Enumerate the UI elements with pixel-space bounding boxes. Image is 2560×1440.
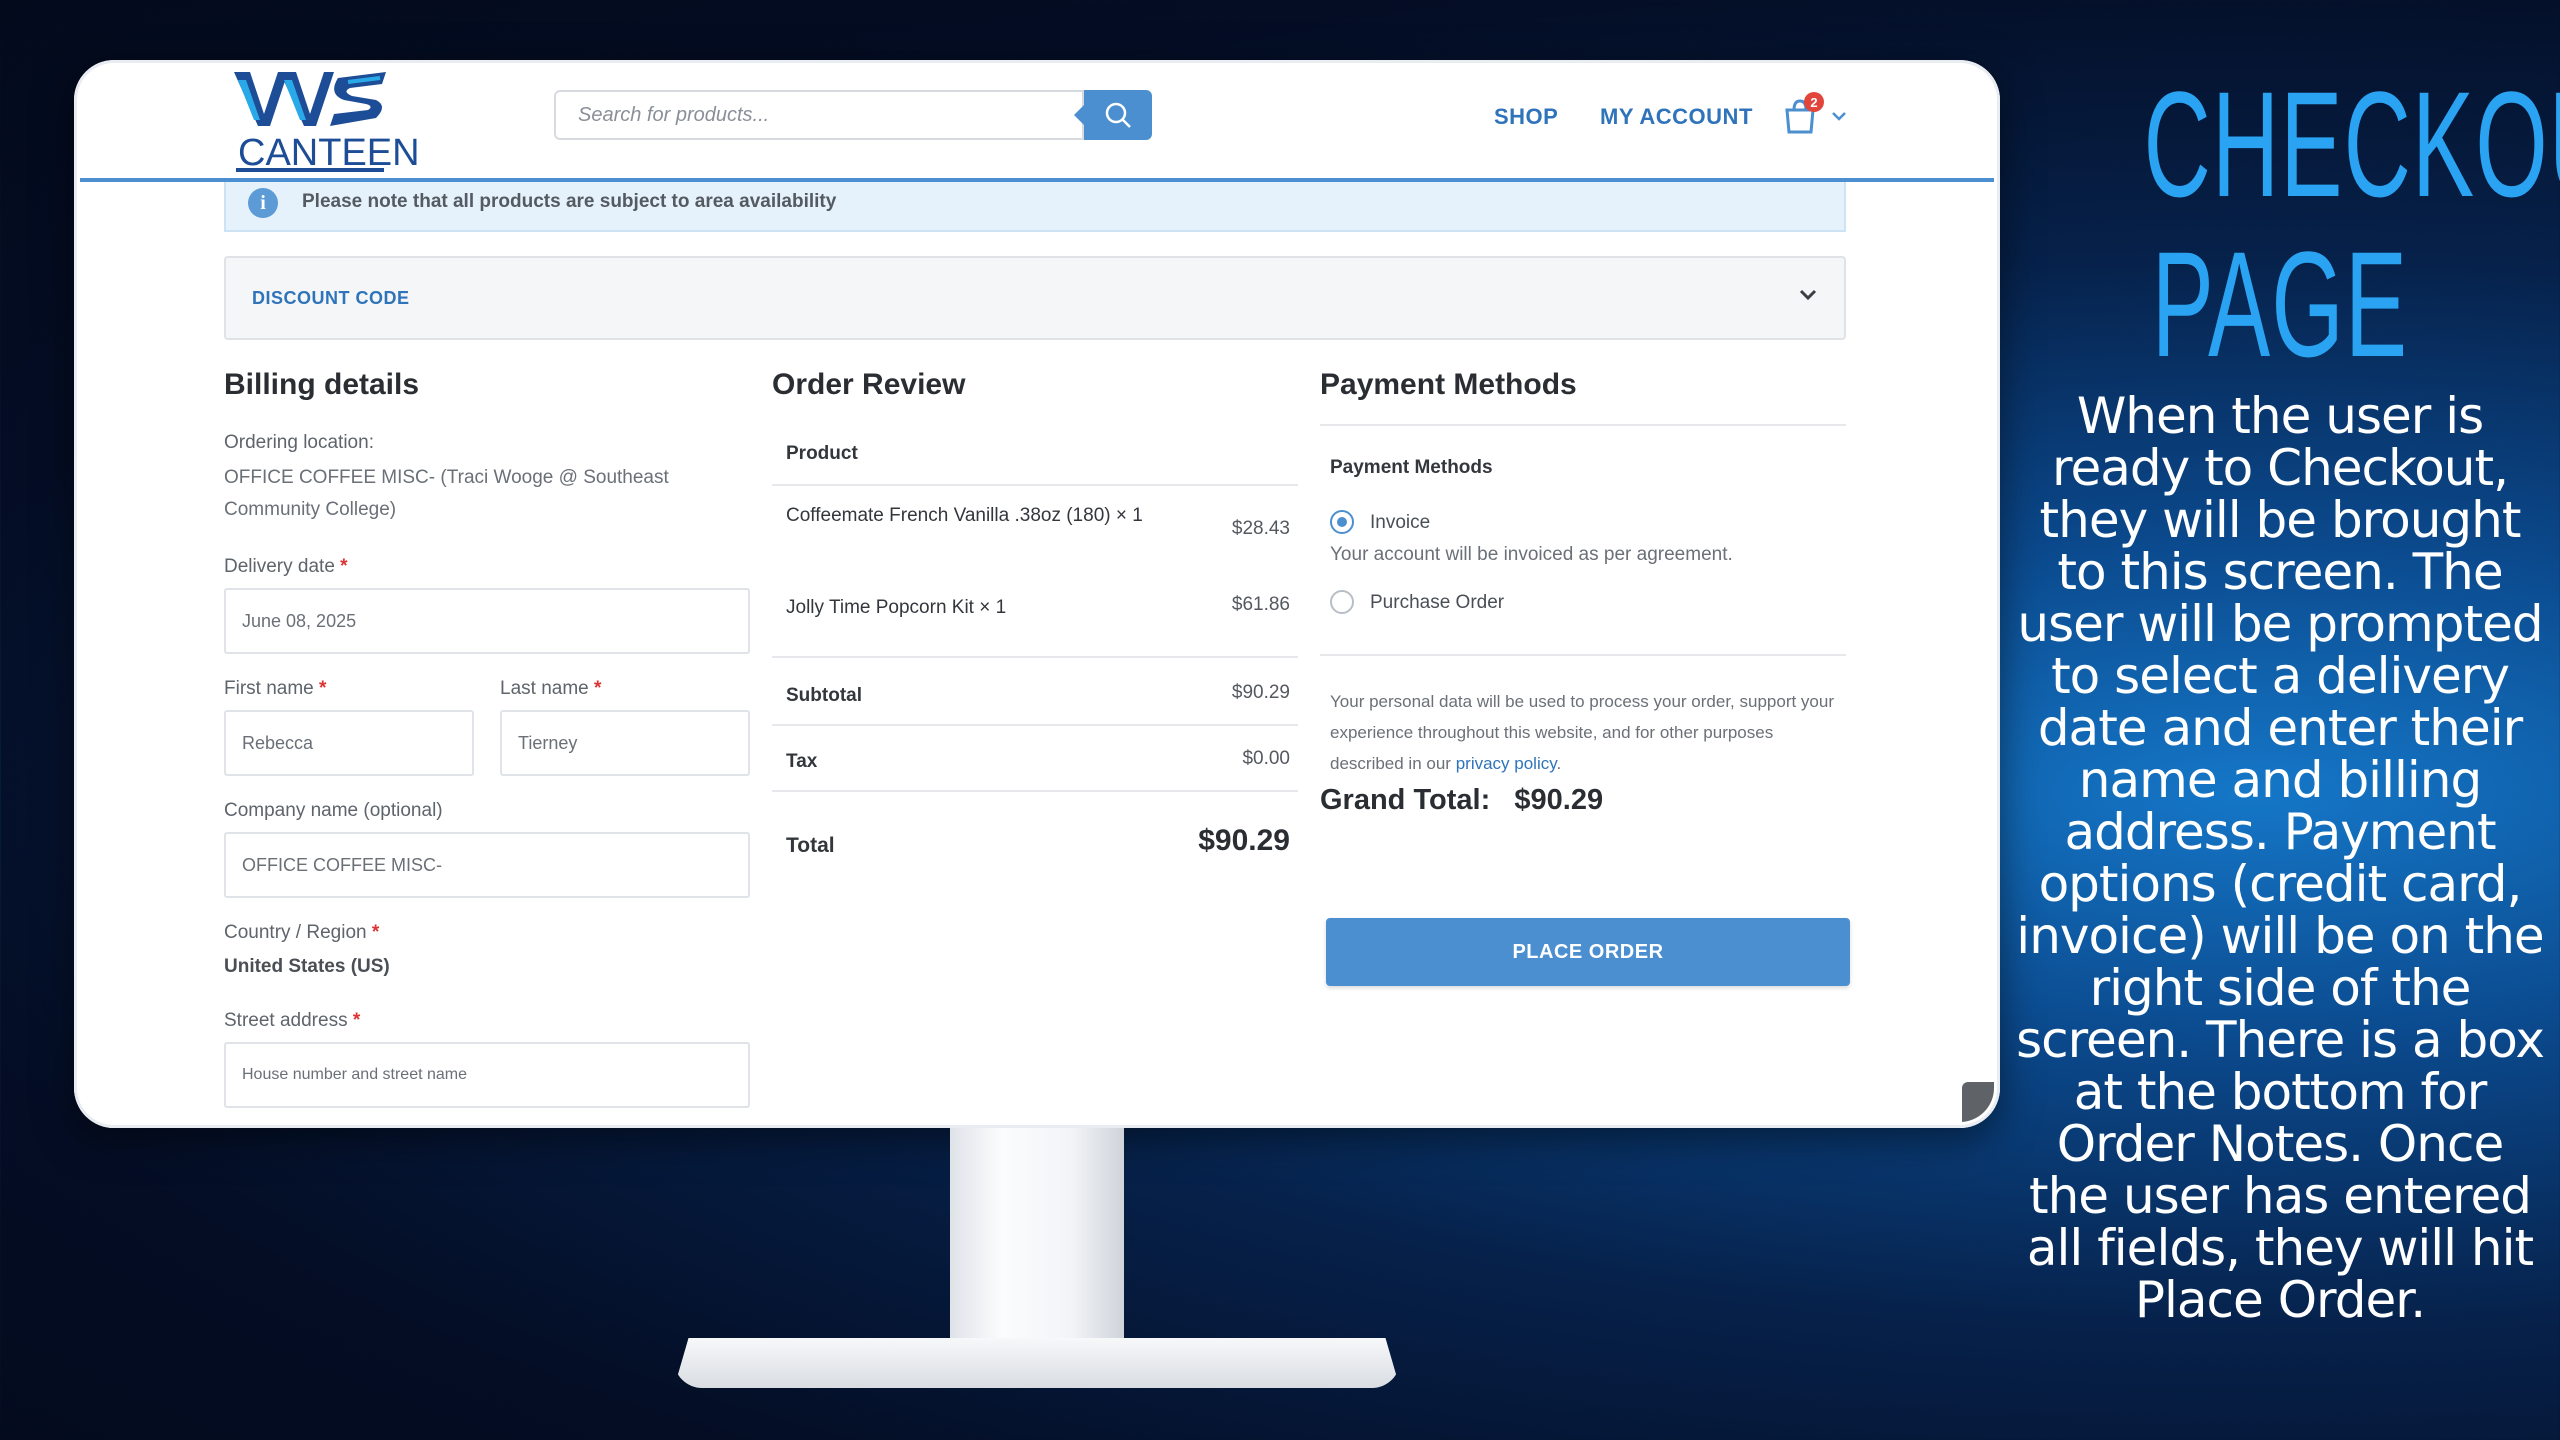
nav-my-account[interactable]: MY ACCOUNT — [1600, 104, 1753, 130]
street-address-input[interactable] — [226, 1044, 748, 1106]
company-name-label: Company name (optional) — [224, 800, 443, 821]
billing-title: Billing details — [224, 368, 420, 401]
tax-value: $0.00 — [1242, 748, 1290, 769]
grand-total: Grand Total: $90.29 — [1320, 784, 1604, 816]
search-input[interactable] — [556, 92, 1082, 138]
country-label: Country / Region * — [224, 922, 380, 943]
delivery-date-input[interactable] — [226, 590, 748, 652]
purchase-order-radio[interactable] — [1330, 590, 1354, 614]
delivery-date-field[interactable] — [224, 588, 750, 654]
scroll-to-top-button[interactable] — [1962, 1082, 1994, 1122]
divider — [772, 724, 1298, 726]
subtotal-label: Subtotal — [786, 685, 862, 706]
privacy-notice: Your personal data will be used to proce… — [1330, 692, 1834, 773]
divider — [772, 656, 1298, 658]
divider — [1320, 424, 1846, 426]
first-name-field[interactable] — [224, 710, 474, 776]
search-box — [554, 90, 1084, 140]
discount-code-toggle[interactable]: DISCOUNT CODE — [224, 256, 1846, 340]
side-title: CHECKOUT PAGE — [2143, 60, 2560, 388]
tax-label: Tax — [786, 751, 818, 772]
chevron-down-icon — [1799, 289, 1817, 301]
total-label: Total — [786, 834, 835, 857]
monitor-stand-base — [674, 1338, 1400, 1388]
last-name-input[interactable] — [502, 712, 748, 774]
monitor-frame: CANTEEN SHOP MY ACCOUNT 2 i Please note … — [74, 60, 2000, 1128]
nav-shop[interactable]: SHOP — [1494, 104, 1558, 130]
info-icon: i — [248, 188, 278, 218]
required-mark: * — [352, 1010, 361, 1031]
last-name-field[interactable] — [500, 710, 750, 776]
company-name-input[interactable] — [226, 834, 748, 896]
invoice-radio[interactable] — [1330, 510, 1354, 534]
product-header: Product — [786, 443, 858, 464]
country-value: United States (US) — [224, 956, 390, 977]
required-mark: * — [319, 678, 327, 699]
required-mark: * — [594, 678, 602, 699]
last-name-label: Last name * — [500, 678, 602, 699]
privacy-policy-link[interactable]: privacy policy — [1456, 754, 1557, 773]
order-item-name: Jolly Time Popcorn Kit × 1 — [786, 597, 1007, 618]
search-icon — [1105, 102, 1131, 128]
checkout-screen: CANTEEN SHOP MY ACCOUNT 2 i Please note … — [80, 66, 1994, 1122]
order-item-price: $28.43 — [1231, 518, 1290, 539]
street-address-label: Street address * — [224, 1010, 361, 1031]
divider — [772, 790, 1298, 792]
order-review-title: Order Review — [772, 368, 966, 401]
ordering-location-value: OFFICE COFFEE MISC- (Traci Wooge @ South… — [224, 467, 669, 520]
site-header: CANTEEN SHOP MY ACCOUNT 2 — [80, 66, 1994, 182]
total-value: $90.29 — [1198, 824, 1290, 857]
first-name-input[interactable] — [226, 712, 472, 774]
payment-methods-title: Payment Methods — [1320, 368, 1577, 401]
availability-notice: i Please note that all products are subj… — [224, 182, 1846, 232]
logo-text: CANTEEN — [238, 132, 420, 174]
cart-count-badge: 2 — [1804, 92, 1824, 112]
notice-text: Please note that all products are subjec… — [302, 191, 837, 212]
street-address-field[interactable] — [224, 1042, 750, 1108]
chevron-up-icon — [1986, 1107, 1994, 1118]
company-name-field[interactable] — [224, 832, 750, 898]
first-name-label: First name * — [224, 678, 327, 699]
monitor-stand-neck — [950, 1128, 1124, 1360]
chevron-down-icon[interactable] — [1830, 110, 1848, 122]
delivery-date-label: Delivery date * — [224, 556, 348, 577]
divider — [772, 484, 1298, 486]
ordering-location-label: Ordering location: — [224, 432, 374, 453]
invoice-label[interactable]: Invoice — [1370, 512, 1430, 534]
subtotal-value: $90.29 — [1231, 682, 1290, 703]
discount-code-label: DISCOUNT CODE — [252, 288, 410, 308]
purchase-order-label[interactable]: Purchase Order — [1370, 592, 1504, 614]
place-order-button[interactable]: PLACE ORDER — [1326, 918, 1850, 986]
required-mark: * — [371, 922, 380, 943]
divider — [1320, 654, 1846, 656]
order-item-name: Coffeemate French Vanilla .38oz (180) × … — [786, 505, 1143, 526]
required-mark: * — [340, 556, 348, 577]
invoice-description: Your account will be invoiced as per agr… — [1330, 544, 1733, 565]
order-item-price: $61.86 — [1231, 594, 1290, 615]
payment-methods-subtitle: Payment Methods — [1330, 457, 1493, 478]
search-button[interactable] — [1074, 90, 1152, 140]
side-description: When the user is ready to Checkout, they… — [2016, 387, 2545, 1329]
